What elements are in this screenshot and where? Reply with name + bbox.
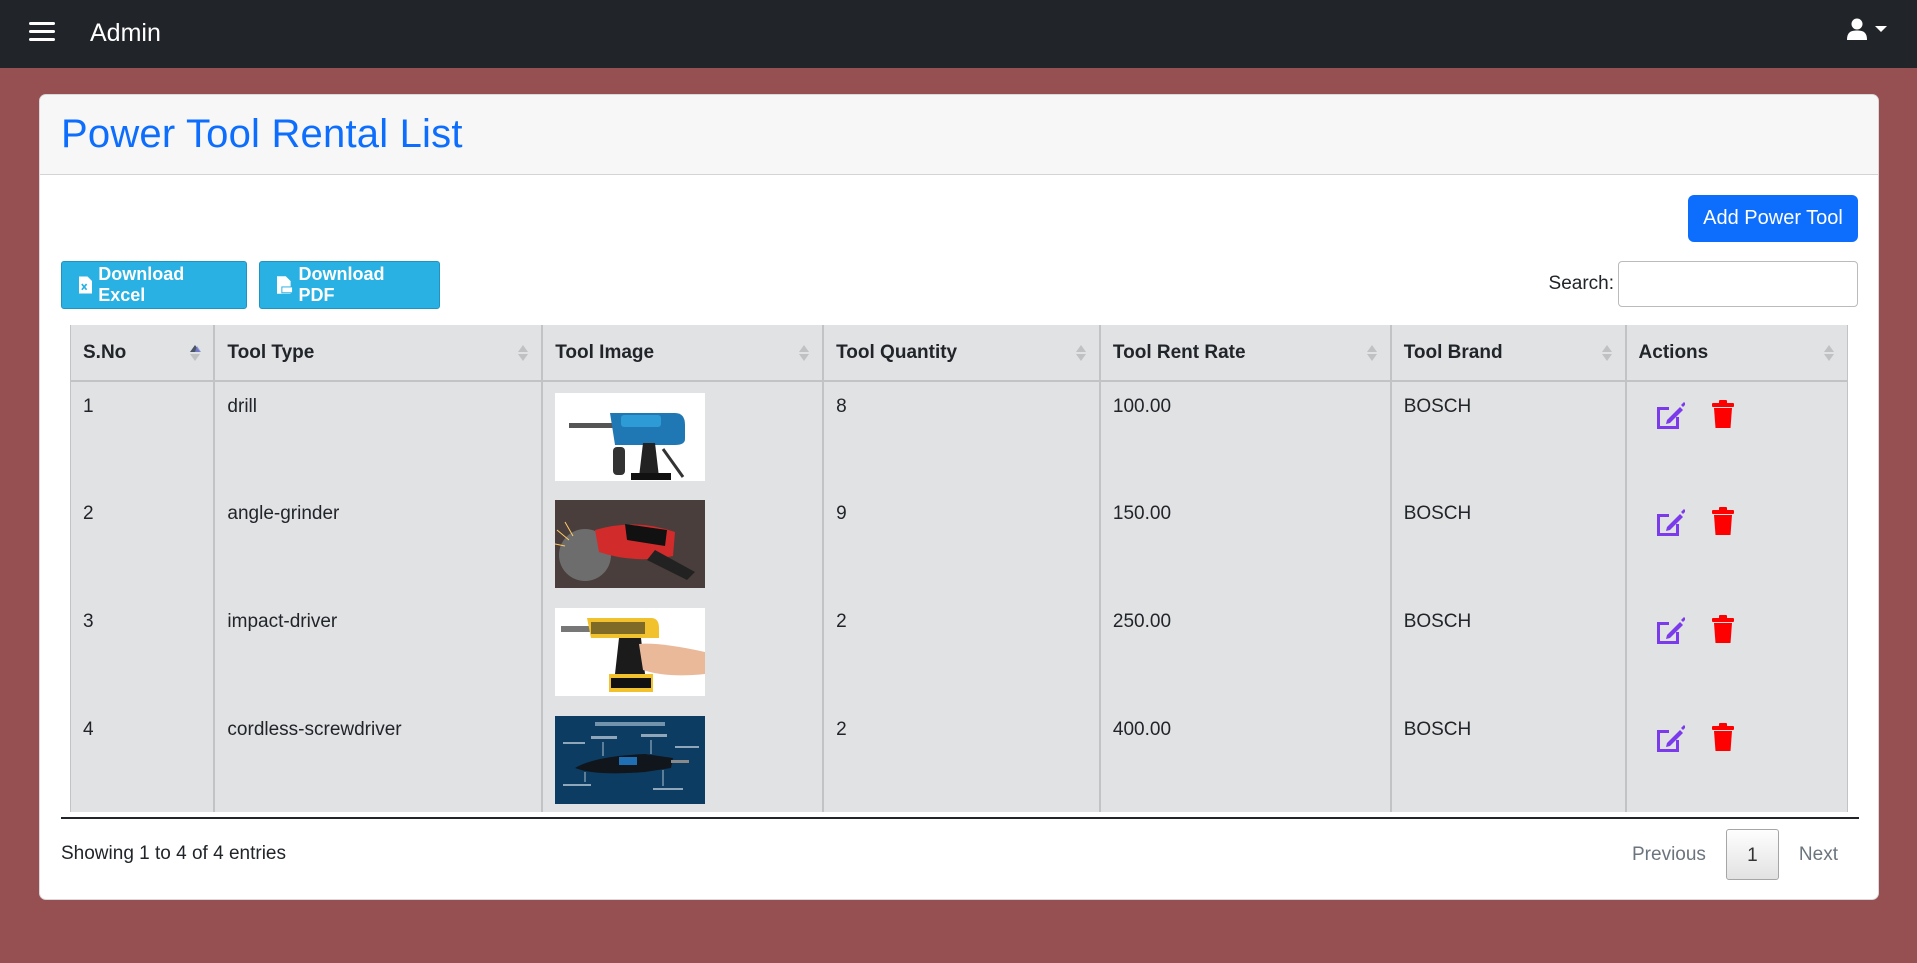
cell-tool-rent-rate: 400.00 xyxy=(1098,705,1392,812)
top-navbar: Admin xyxy=(0,0,1917,68)
entries-info: Showing 1 to 4 of 4 entries xyxy=(61,843,286,864)
user-menu[interactable] xyxy=(1847,18,1887,40)
cell-tool-image xyxy=(541,597,825,705)
search-input[interactable] xyxy=(1618,261,1858,307)
sort-ascending-icon xyxy=(190,345,202,361)
page-title: Power Tool Rental List xyxy=(61,112,463,156)
column-header-tool-rent-rate[interactable]: Tool Rent Rate xyxy=(1098,325,1392,382)
cell-tool-rent-rate: 150.00 xyxy=(1098,489,1392,597)
edit-icon[interactable] xyxy=(1653,400,1686,436)
cordless-screwdriver-photo xyxy=(555,716,706,804)
cell-tool-image xyxy=(541,489,825,597)
cell-sno: 3 xyxy=(70,597,216,705)
cell-actions xyxy=(1624,381,1848,489)
export-buttons: Download Excel Download PDF xyxy=(61,261,440,309)
cell-tool-brand: BOSCH xyxy=(1389,381,1627,489)
search-label: Search: xyxy=(1548,273,1614,294)
card-header: Power Tool Rental List xyxy=(40,95,1878,175)
caret-down-icon xyxy=(1875,26,1887,32)
cell-tool-quantity: 8 xyxy=(822,381,1101,489)
cell-actions xyxy=(1624,489,1848,597)
page-1-button[interactable]: 1 xyxy=(1725,829,1779,880)
edit-icon[interactable] xyxy=(1653,615,1686,651)
table-row: 2 angle-grinder 9 150.00 BOSCH xyxy=(70,489,1848,597)
column-header-tool-brand[interactable]: Tool Brand xyxy=(1389,325,1627,382)
cell-tool-type: impact-driver xyxy=(213,597,544,705)
download-excel-button[interactable]: Download Excel xyxy=(61,261,247,309)
sort-icon xyxy=(1601,345,1612,361)
table-row: 3 impact-driver 2 250.00 BOSCH xyxy=(70,597,1848,705)
cell-tool-type: drill xyxy=(213,381,544,489)
cell-sno: 2 xyxy=(70,489,216,597)
download-pdf-label: Download PDF xyxy=(298,264,385,305)
column-header-actions[interactable]: Actions xyxy=(1624,325,1848,382)
cell-actions xyxy=(1624,705,1848,812)
pdf-file-icon xyxy=(277,276,293,294)
hamburger-icon[interactable] xyxy=(29,22,55,42)
drill-photo xyxy=(555,393,706,481)
cell-tool-quantity: 9 xyxy=(822,489,1101,597)
navbar-brand[interactable]: Admin xyxy=(90,18,161,48)
trash-icon[interactable] xyxy=(1711,400,1735,436)
cell-tool-type: cordless-screwdriver xyxy=(213,705,544,812)
cell-tool-image xyxy=(541,381,825,489)
sort-icon xyxy=(1366,345,1377,361)
table-header-row: S.No Tool Type Tool Image Tool Quantity … xyxy=(70,325,1848,382)
pagination: Previous 1 Next xyxy=(1612,829,1858,880)
column-header-tool-type[interactable]: Tool Type xyxy=(213,325,544,382)
table-row: 4 cordless-screwdriver 2 400.00 BOSCH xyxy=(70,705,1848,812)
angle-grinder-photo xyxy=(555,500,706,588)
search-area: Search: xyxy=(1549,261,1858,307)
previous-page-button[interactable]: Previous xyxy=(1612,829,1726,880)
trash-icon[interactable] xyxy=(1711,723,1735,759)
cell-tool-rent-rate: 250.00 xyxy=(1098,597,1392,705)
download-pdf-button[interactable]: Download PDF xyxy=(259,261,440,309)
column-header-tool-quantity[interactable]: Tool Quantity xyxy=(822,325,1101,382)
sort-icon xyxy=(1075,345,1086,361)
table-row: 1 drill 8 100.00 BOSCH xyxy=(70,381,1848,489)
excel-file-icon xyxy=(79,276,93,294)
table-bottom-divider xyxy=(61,817,1859,819)
cell-tool-brand: BOSCH xyxy=(1389,489,1627,597)
cell-tool-image xyxy=(541,705,825,812)
cell-sno: 4 xyxy=(70,705,216,812)
power-tool-table: S.No Tool Type Tool Image Tool Quantity … xyxy=(70,325,1848,812)
cell-actions xyxy=(1624,597,1848,705)
edit-icon[interactable] xyxy=(1653,507,1686,543)
column-header-sno[interactable]: S.No xyxy=(70,325,216,382)
column-header-tool-image[interactable]: Tool Image xyxy=(541,325,825,382)
add-power-tool-button[interactable]: Add Power Tool xyxy=(1688,195,1858,242)
cell-tool-brand: BOSCH xyxy=(1389,705,1627,812)
cell-tool-type: angle-grinder xyxy=(213,489,544,597)
cell-tool-brand: BOSCH xyxy=(1389,597,1627,705)
cell-sno: 1 xyxy=(70,381,216,489)
download-excel-label: Download Excel xyxy=(98,264,185,305)
user-icon xyxy=(1847,18,1867,40)
sort-icon xyxy=(799,345,810,361)
trash-icon[interactable] xyxy=(1711,615,1735,651)
sort-icon xyxy=(1824,345,1834,361)
cell-tool-quantity: 2 xyxy=(822,705,1101,812)
cell-tool-quantity: 2 xyxy=(822,597,1101,705)
next-page-button[interactable]: Next xyxy=(1779,829,1858,880)
sort-icon xyxy=(518,345,529,361)
impact-driver-photo xyxy=(555,608,706,696)
edit-icon[interactable] xyxy=(1653,723,1686,759)
trash-icon[interactable] xyxy=(1711,507,1735,543)
tool-list-card: Power Tool Rental List Add Power Tool Do… xyxy=(39,94,1879,900)
cell-tool-rent-rate: 100.00 xyxy=(1098,381,1392,489)
